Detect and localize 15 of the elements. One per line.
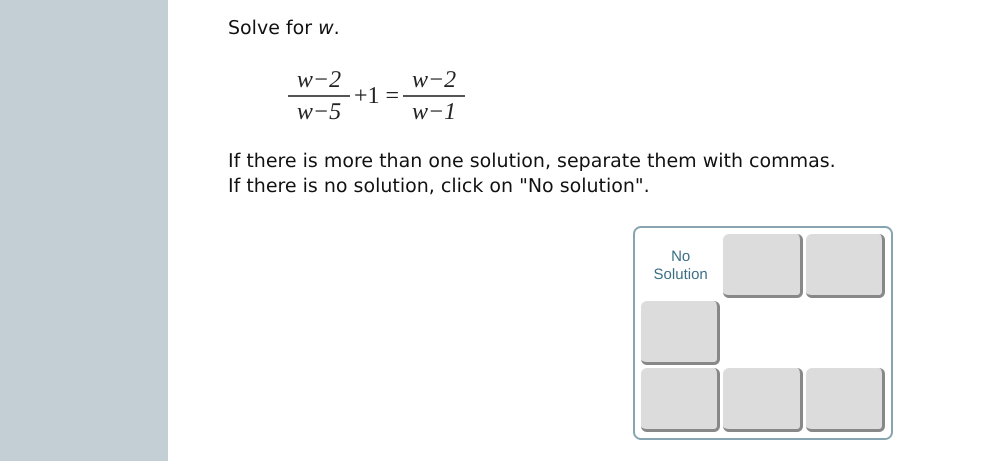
keypad-key[interactable]	[641, 368, 720, 432]
equation-operator: +1 =	[354, 82, 400, 110]
denominator: w−1	[410, 98, 458, 126]
instruction-text: If there is no solution, click on "No solution".	[228, 174, 651, 198]
denominator: w−5	[296, 98, 342, 126]
keypad-key[interactable]	[806, 368, 885, 432]
numerator: w−2	[296, 66, 342, 94]
instruction-text: If there is more than one solution, separate them with commas.	[228, 148, 837, 174]
keypad-key[interactable]	[641, 300, 720, 364]
numerator: w−2	[410, 66, 458, 94]
keypad-key[interactable]	[806, 234, 885, 298]
keypad-key[interactable]	[723, 368, 803, 432]
keypad-key[interactable]	[723, 234, 803, 298]
no-solution-button[interactable]: No Solution	[641, 234, 720, 298]
prompt: Solve for w.	[228, 16, 341, 41]
